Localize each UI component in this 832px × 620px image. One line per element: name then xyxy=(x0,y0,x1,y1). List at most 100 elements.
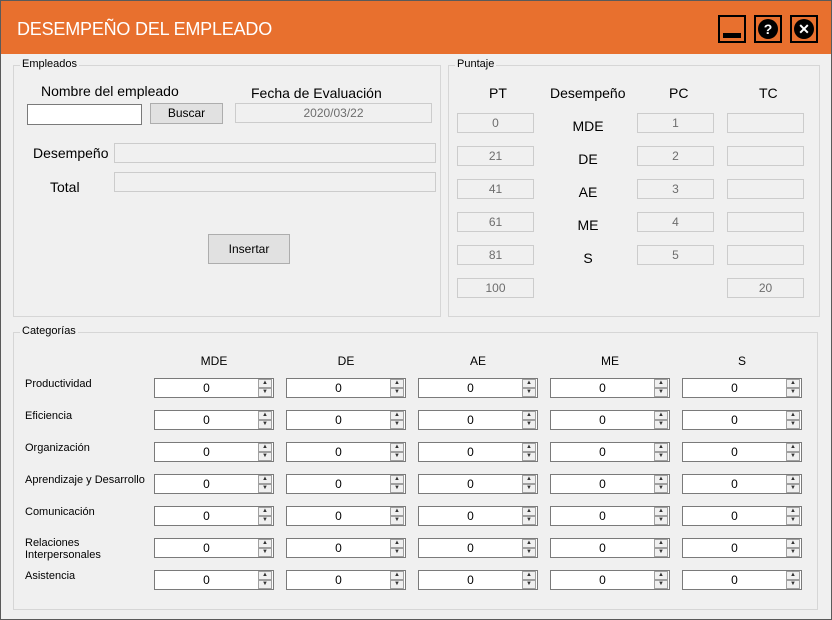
spin-down-icon[interactable]: ▼ xyxy=(522,388,536,397)
spin-up-icon[interactable]: ▲ xyxy=(390,411,404,420)
spin-up-icon[interactable]: ▲ xyxy=(522,475,536,484)
spin-up-icon[interactable]: ▲ xyxy=(654,379,668,388)
score-value[interactable]: 0 xyxy=(551,477,654,491)
spin-down-icon[interactable]: ▼ xyxy=(786,484,800,493)
spin-down-icon[interactable]: ▼ xyxy=(654,484,668,493)
score-spinner-mde[interactable]: 0 ▲ ▼ xyxy=(154,570,274,590)
score-value[interactable]: 0 xyxy=(683,381,786,395)
score-spinner-mde[interactable]: 0 ▲ ▼ xyxy=(154,410,274,430)
score-value[interactable]: 0 xyxy=(683,509,786,523)
score-spinner-me[interactable]: 0 ▲ ▼ xyxy=(550,538,670,558)
spin-up-icon[interactable]: ▲ xyxy=(522,443,536,452)
spin-up-icon[interactable]: ▲ xyxy=(258,539,272,548)
spin-up-icon[interactable]: ▲ xyxy=(390,379,404,388)
score-spinner-me[interactable]: 0 ▲ ▼ xyxy=(550,378,670,398)
score-value[interactable]: 0 xyxy=(419,445,522,459)
spin-up-icon[interactable]: ▲ xyxy=(522,379,536,388)
score-value[interactable]: 0 xyxy=(551,573,654,587)
spin-down-icon[interactable]: ▼ xyxy=(654,420,668,429)
spin-down-icon[interactable]: ▼ xyxy=(522,516,536,525)
score-value[interactable]: 0 xyxy=(287,541,390,555)
score-spinner-mde[interactable]: 0 ▲ ▼ xyxy=(154,378,274,398)
spin-down-icon[interactable]: ▼ xyxy=(258,388,272,397)
spin-up-icon[interactable]: ▲ xyxy=(522,571,536,580)
spin-down-icon[interactable]: ▼ xyxy=(390,484,404,493)
score-value[interactable]: 0 xyxy=(419,541,522,555)
score-value[interactable]: 0 xyxy=(419,477,522,491)
score-value[interactable]: 0 xyxy=(683,445,786,459)
spin-up-icon[interactable]: ▲ xyxy=(654,571,668,580)
spin-up-icon[interactable]: ▲ xyxy=(522,411,536,420)
spin-down-icon[interactable]: ▼ xyxy=(522,452,536,461)
score-spinner-de[interactable]: 0 ▲ ▼ xyxy=(286,506,406,526)
spin-up-icon[interactable]: ▲ xyxy=(654,475,668,484)
score-spinner-me[interactable]: 0 ▲ ▼ xyxy=(550,410,670,430)
spin-down-icon[interactable]: ▼ xyxy=(390,420,404,429)
spin-down-icon[interactable]: ▼ xyxy=(786,452,800,461)
spin-down-icon[interactable]: ▼ xyxy=(258,580,272,589)
spin-up-icon[interactable]: ▲ xyxy=(390,571,404,580)
spin-down-icon[interactable]: ▼ xyxy=(522,548,536,557)
score-value[interactable]: 0 xyxy=(419,413,522,427)
score-spinner-ae[interactable]: 0 ▲ ▼ xyxy=(418,506,538,526)
spin-down-icon[interactable]: ▼ xyxy=(654,452,668,461)
score-value[interactable]: 0 xyxy=(683,573,786,587)
help-button[interactable]: ? xyxy=(754,15,782,43)
score-spinner-ae[interactable]: 0 ▲ ▼ xyxy=(418,474,538,494)
spin-down-icon[interactable]: ▼ xyxy=(786,516,800,525)
spin-down-icon[interactable]: ▼ xyxy=(390,580,404,589)
score-spinner-ae[interactable]: 0 ▲ ▼ xyxy=(418,570,538,590)
spin-down-icon[interactable]: ▼ xyxy=(786,388,800,397)
score-spinner-mde[interactable]: 0 ▲ ▼ xyxy=(154,506,274,526)
spin-down-icon[interactable]: ▼ xyxy=(258,452,272,461)
spin-up-icon[interactable]: ▲ xyxy=(390,507,404,516)
score-value[interactable]: 0 xyxy=(683,413,786,427)
spin-up-icon[interactable]: ▲ xyxy=(390,443,404,452)
spin-up-icon[interactable]: ▲ xyxy=(786,539,800,548)
score-spinner-ae[interactable]: 0 ▲ ▼ xyxy=(418,410,538,430)
spin-up-icon[interactable]: ▲ xyxy=(786,475,800,484)
score-spinner-de[interactable]: 0 ▲ ▼ xyxy=(286,538,406,558)
spin-up-icon[interactable]: ▲ xyxy=(390,539,404,548)
score-value[interactable]: 0 xyxy=(155,541,258,555)
spin-down-icon[interactable]: ▼ xyxy=(786,420,800,429)
score-value[interactable]: 0 xyxy=(155,477,258,491)
spin-up-icon[interactable]: ▲ xyxy=(522,539,536,548)
score-spinner-ae[interactable]: 0 ▲ ▼ xyxy=(418,378,538,398)
score-value[interactable]: 0 xyxy=(155,509,258,523)
score-spinner-s[interactable]: 0 ▲ ▼ xyxy=(682,538,802,558)
score-spinner-de[interactable]: 0 ▲ ▼ xyxy=(286,442,406,462)
spin-down-icon[interactable]: ▼ xyxy=(786,580,800,589)
score-spinner-de[interactable]: 0 ▲ ▼ xyxy=(286,570,406,590)
spin-down-icon[interactable]: ▼ xyxy=(654,516,668,525)
score-value[interactable]: 0 xyxy=(287,477,390,491)
score-spinner-s[interactable]: 0 ▲ ▼ xyxy=(682,506,802,526)
score-value[interactable]: 0 xyxy=(551,509,654,523)
spin-up-icon[interactable]: ▲ xyxy=(390,475,404,484)
spin-up-icon[interactable]: ▲ xyxy=(258,571,272,580)
spin-up-icon[interactable]: ▲ xyxy=(654,539,668,548)
spin-down-icon[interactable]: ▼ xyxy=(258,516,272,525)
spin-down-icon[interactable]: ▼ xyxy=(390,516,404,525)
score-value[interactable]: 0 xyxy=(419,381,522,395)
score-spinner-ae[interactable]: 0 ▲ ▼ xyxy=(418,442,538,462)
score-value[interactable]: 0 xyxy=(287,573,390,587)
score-spinner-mde[interactable]: 0 ▲ ▼ xyxy=(154,538,274,558)
score-value[interactable]: 0 xyxy=(155,413,258,427)
score-value[interactable]: 0 xyxy=(419,509,522,523)
score-spinner-de[interactable]: 0 ▲ ▼ xyxy=(286,474,406,494)
score-spinner-me[interactable]: 0 ▲ ▼ xyxy=(550,474,670,494)
spin-down-icon[interactable]: ▼ xyxy=(258,548,272,557)
spin-down-icon[interactable]: ▼ xyxy=(390,548,404,557)
spin-down-icon[interactable]: ▼ xyxy=(786,548,800,557)
score-value[interactable]: 0 xyxy=(683,541,786,555)
spin-up-icon[interactable]: ▲ xyxy=(786,507,800,516)
spin-up-icon[interactable]: ▲ xyxy=(258,507,272,516)
spin-down-icon[interactable]: ▼ xyxy=(258,484,272,493)
score-value[interactable]: 0 xyxy=(551,381,654,395)
spin-down-icon[interactable]: ▼ xyxy=(522,420,536,429)
spin-up-icon[interactable]: ▲ xyxy=(786,443,800,452)
spin-up-icon[interactable]: ▲ xyxy=(654,411,668,420)
score-spinner-s[interactable]: 0 ▲ ▼ xyxy=(682,410,802,430)
score-value[interactable]: 0 xyxy=(287,381,390,395)
